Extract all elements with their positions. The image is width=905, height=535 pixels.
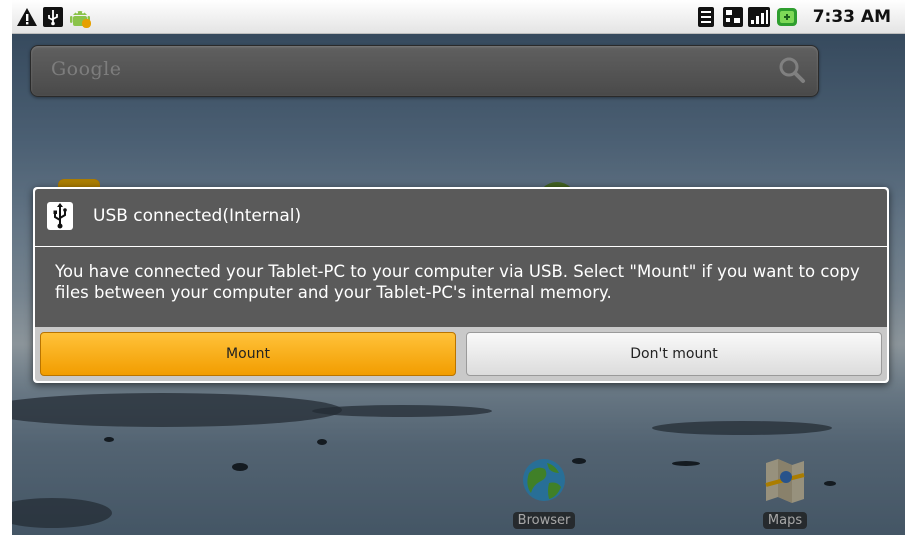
sim-icon [698,7,714,27]
status-clock: 7:33 AM [812,7,891,27]
dialog-panel: USB connected(Internal) You have connect… [35,189,887,381]
mount-button[interactable]: Mount [40,332,456,376]
dont-mount-button[interactable]: Don't mount [466,332,882,376]
dont-mount-button-label: Don't mount [630,346,718,362]
status-bar: 7:33 AM [12,0,905,34]
android-icon [70,11,91,28]
usb-debug-icon [43,7,63,27]
dialog-message: You have connected your Tablet-PC to you… [55,262,860,302]
battery-icon [777,8,797,26]
signal-icon [748,7,770,27]
mount-button-label: Mount [226,346,270,362]
warning-icon [17,8,37,26]
network-icon [723,7,743,27]
dialog-title: USB connected(Internal) [93,206,302,226]
usb-connected-dialog: USB connected(Internal) You have connect… [33,187,889,383]
usb-icon [47,202,73,230]
device-screen: 7:33 AM Google Browser Maps USB connecte… [12,0,905,535]
